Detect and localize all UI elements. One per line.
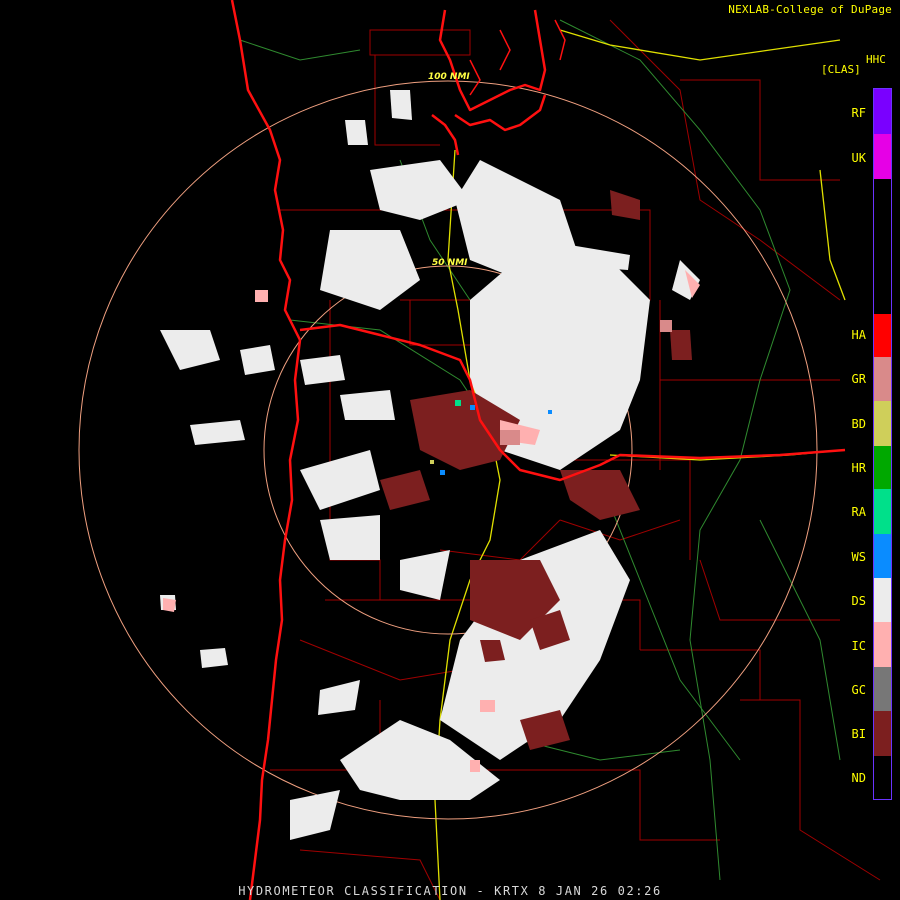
- legend-label-bd: BD: [851, 417, 866, 431]
- legend-swatch-rf: [874, 89, 891, 134]
- legend-label-nd: ND: [851, 771, 866, 785]
- legend-swatch-bd: [874, 401, 891, 446]
- legend-label-ws: WS: [851, 550, 866, 564]
- range-label-100: 100 NMI: [428, 72, 470, 82]
- legend-swatch-ra: [874, 489, 891, 534]
- legend-swatch-ic: [874, 622, 891, 667]
- range-label-50: 50 NMI: [432, 258, 468, 268]
- legend-swatch-ws: [874, 534, 891, 578]
- legend-swatch-ha: [874, 314, 891, 357]
- legend-label-bi: BI: [851, 727, 866, 741]
- legend-swatch-bi: [874, 711, 891, 756]
- legend-label-ha: HA: [851, 328, 866, 342]
- legend-swatch-hr: [874, 446, 891, 489]
- legend-label-ic: IC: [851, 639, 866, 653]
- legend-label-ra: RA: [851, 505, 866, 519]
- legend-swatch-uk: [874, 134, 891, 179]
- legend-swatch-gr: [874, 357, 891, 401]
- legend-label-rf: RF: [851, 106, 866, 120]
- legend-label-ds: DS: [851, 594, 866, 608]
- color-legend-bar: [873, 88, 892, 800]
- product-code: HHC: [866, 53, 886, 66]
- legend-label-gr: GR: [851, 372, 866, 386]
- radar-map: [0, 0, 900, 900]
- mode-label: [CLAS]: [821, 63, 861, 76]
- legend-swatch-gc: [874, 667, 891, 711]
- credit-label: NEXLAB-College of DuPage: [728, 3, 892, 16]
- legend-label-gc: GC: [851, 683, 866, 697]
- legend-swatch-ds: [874, 578, 891, 622]
- legend-label-hr: HR: [851, 461, 866, 475]
- legend-label-uk: UK: [851, 151, 866, 165]
- product-title: HYDROMETEOR CLASSIFICATION - KRTX 8 JAN …: [238, 884, 662, 898]
